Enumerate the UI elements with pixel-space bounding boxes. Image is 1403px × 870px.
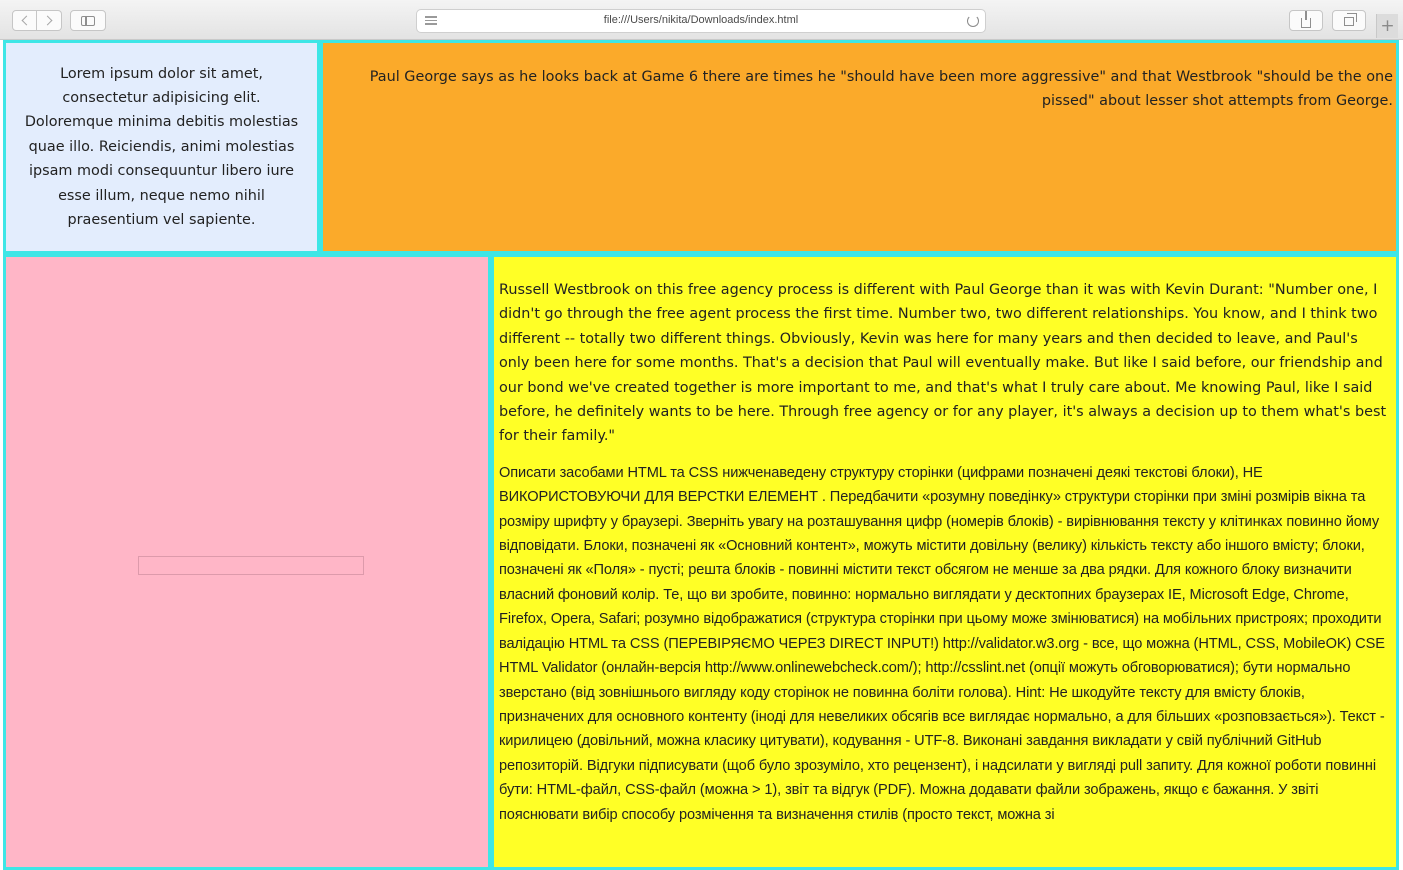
block-2: Paul George says as he looks back at Gam…	[320, 40, 1399, 254]
navigation-buttons	[12, 10, 62, 31]
sidebar-toggle-button[interactable]	[70, 10, 106, 31]
forward-button[interactable]	[37, 10, 62, 31]
main-paragraph-2: Описати засобами HTML та CSS нижченаведе…	[499, 464, 1385, 823]
block-1-text: Lorem ipsum dolor sit amet, consectetur …	[24, 65, 299, 229]
main-content-block: Russell Westbrook on this free agency pr…	[491, 254, 1399, 870]
new-tab-button[interactable]: +	[1376, 14, 1398, 38]
share-icon	[1301, 10, 1311, 28]
block-1: Lorem ipsum dolor sit amet, consectetur …	[3, 40, 320, 254]
main-paragraph-1: Russell Westbrook on this free agency pr…	[499, 282, 1387, 445]
share-button[interactable]	[1289, 10, 1323, 31]
plus-icon: +	[1380, 16, 1395, 36]
sidebar-icon	[81, 15, 95, 26]
browser-toolbar: file:///Users/nikita/Downloads/index.htm…	[0, 0, 1403, 40]
chevron-left-icon	[21, 15, 31, 26]
show-tabs-button[interactable]	[1332, 10, 1366, 31]
back-button[interactable]	[12, 10, 37, 31]
chevron-right-icon	[42, 15, 53, 26]
empty-field-box	[138, 556, 364, 575]
page-content: Lorem ipsum dolor sit amet, consectetur …	[0, 40, 1403, 870]
reload-icon[interactable]	[967, 15, 979, 27]
block-2-text: Paul George says as he looks back at Gam…	[369, 69, 1393, 110]
url-text: file:///Users/nikita/Downloads/index.htm…	[603, 14, 799, 26]
block-3-field	[3, 254, 491, 870]
address-bar[interactable]: file:///Users/nikita/Downloads/index.htm…	[416, 9, 986, 33]
tabs-icon	[1344, 13, 1357, 26]
